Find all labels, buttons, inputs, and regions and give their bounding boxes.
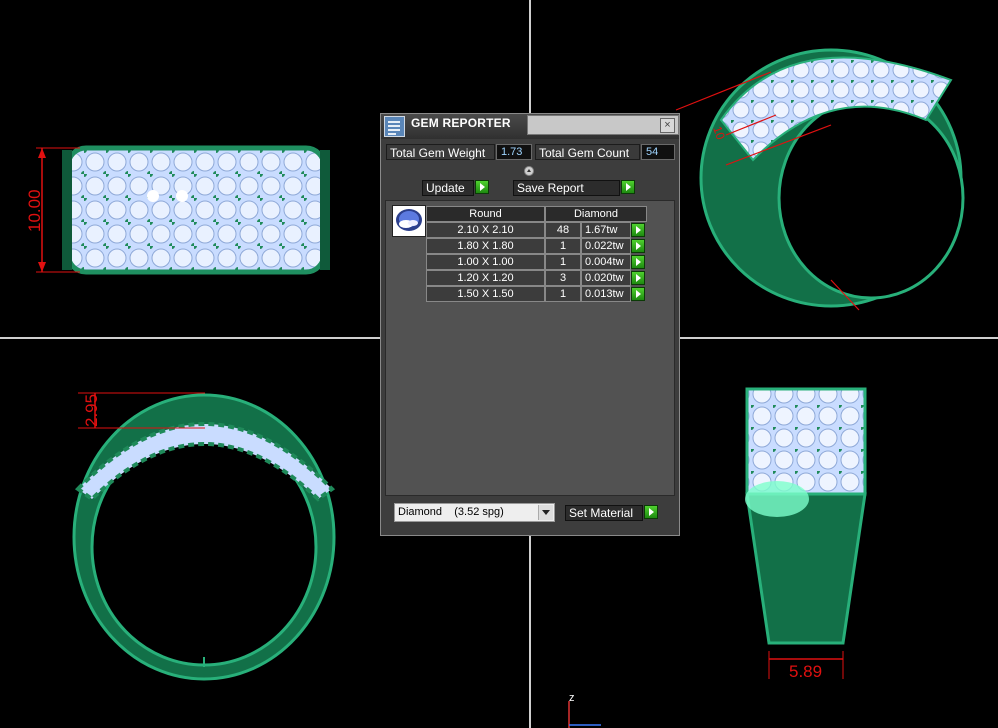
close-icon[interactable]: × xyxy=(660,118,675,133)
gem-reporter-dialog: GEM REPORTER × Total Gem Weight 1.73 Tot… xyxy=(380,113,680,536)
set-material-button[interactable]: Set Material xyxy=(565,505,643,521)
title-bar-right: × xyxy=(527,115,679,135)
dimension-thickness: 2.95 xyxy=(82,394,101,427)
collapse-icon[interactable] xyxy=(524,166,534,176)
chevron-down-icon[interactable] xyxy=(538,505,553,520)
gem-size-cell: 1.50 X 1.50 xyxy=(426,286,545,302)
gem-count-cell: 1 xyxy=(545,286,581,302)
gem-count-cell: 3 xyxy=(545,270,581,286)
table-header-shape: Round xyxy=(426,206,545,222)
gem-row-go-icon[interactable] xyxy=(631,223,645,237)
gem-count-cell: 1 xyxy=(545,238,581,254)
set-material-go-icon[interactable] xyxy=(644,505,658,519)
table-header-material: Diamond xyxy=(545,206,647,222)
title-bar[interactable]: GEM REPORTER × xyxy=(381,114,679,139)
gem-size-cell: 2.10 X 2.10 xyxy=(426,222,545,238)
round-diamond-icon[interactable] xyxy=(392,205,426,237)
gem-size-cell: 1.20 X 1.20 xyxy=(426,270,545,286)
gem-count-cell: 1 xyxy=(545,254,581,270)
total-gem-weight-label: Total Gem Weight xyxy=(386,144,495,160)
dimension-shank-width: 5.89 xyxy=(789,662,822,681)
gem-size-cell: 1.80 X 1.80 xyxy=(426,238,545,254)
gem-row-go-icon[interactable] xyxy=(631,271,645,285)
update-go-icon[interactable] xyxy=(475,180,489,194)
gem-weight-cell: 0.004tw xyxy=(581,254,631,270)
gem-row-go-icon[interactable] xyxy=(631,239,645,253)
save-report-button[interactable]: Save Report xyxy=(513,180,620,196)
total-gem-count-value: 54 xyxy=(641,144,675,160)
gem-count-cell: 48 xyxy=(545,222,581,238)
dialog-title: GEM REPORTER xyxy=(411,116,511,130)
dimension-height: 10.00 xyxy=(25,189,44,232)
gem-weight-cell: 0.013tw xyxy=(581,286,631,302)
total-gem-count-label: Total Gem Count xyxy=(535,144,640,160)
gem-list-panel: Round Diamond 2.10 X 2.10 48 1.67tw 1.80… xyxy=(385,200,675,496)
gem-weight-cell: 0.022tw xyxy=(581,238,631,254)
total-gem-weight-value: 1.73 xyxy=(496,144,532,160)
gem-size-cell: 1.00 X 1.00 xyxy=(426,254,545,270)
gem-weight-cell: 0.020tw xyxy=(581,270,631,286)
save-report-go-icon[interactable] xyxy=(621,180,635,194)
gem-row-go-icon[interactable] xyxy=(631,287,645,301)
gem-weight-cell: 1.67tw xyxy=(581,222,631,238)
material-select-value: Diamond (3.52 spg) xyxy=(398,506,504,518)
axis-z-label: z xyxy=(569,692,575,704)
material-select[interactable]: Diamond (3.52 spg) xyxy=(394,503,555,522)
gem-reporter-icon xyxy=(384,116,405,137)
gem-row-go-icon[interactable] xyxy=(631,255,645,269)
update-button[interactable]: Update xyxy=(422,180,474,196)
